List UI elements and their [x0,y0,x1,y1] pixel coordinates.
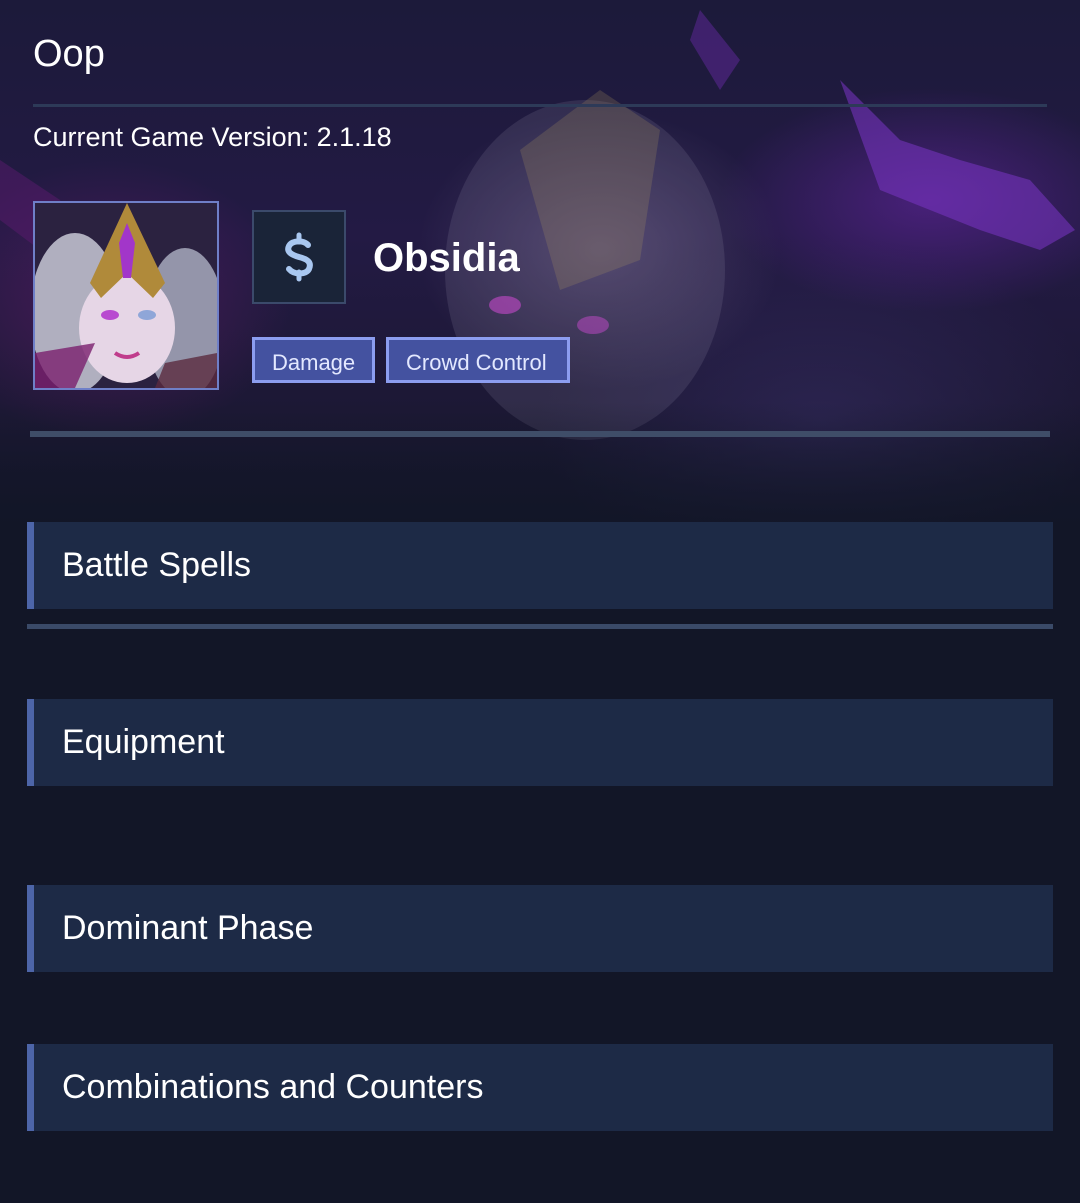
game-version: Current Game Version: 2.1.18 [33,122,392,152]
tag-damage[interactable]: Damage [252,337,375,383]
title-divider [33,104,1047,107]
page-title: Oop [33,33,105,75]
dollar-sign-icon [285,232,313,282]
section-battle-spells[interactable]: Battle Spells [27,522,1053,609]
role-badge[interactable] [252,210,346,304]
hero-fade [0,402,1080,522]
champion-name: Obsidia [373,236,520,280]
section-dominant-phase[interactable]: Dominant Phase [27,885,1053,972]
section-label: Equipment [62,723,225,761]
hero-divider [30,431,1050,437]
section-combinations-counters[interactable]: Combinations and Counters [27,1044,1053,1131]
champion-portrait-image [35,203,217,388]
section-label: Battle Spells [62,546,251,584]
section-label: Dominant Phase [62,909,314,947]
section-label: Combinations and Counters [62,1068,484,1106]
section-equipment[interactable]: Equipment [27,699,1053,786]
section-divider [27,624,1053,629]
champion-portrait[interactable] [33,201,219,390]
tag-crowd-control[interactable]: Crowd Control [386,337,570,383]
